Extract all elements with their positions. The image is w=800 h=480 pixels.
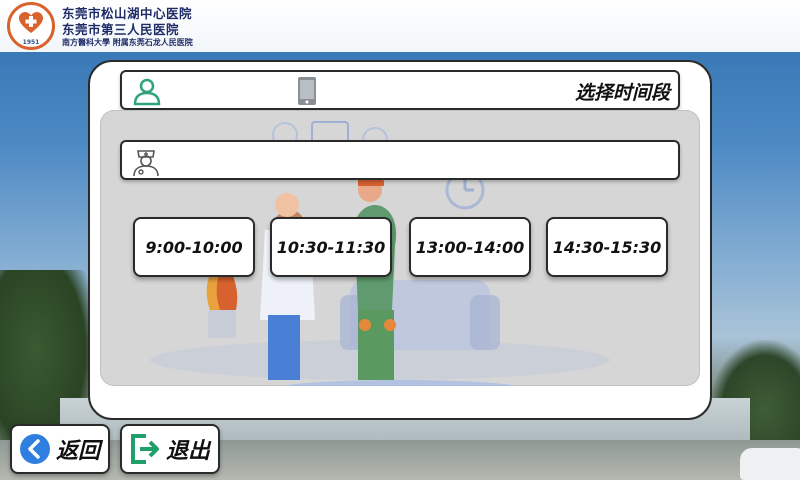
background-car: [740, 448, 800, 480]
time-slot-button[interactable]: 13:00-14:00: [409, 217, 531, 277]
doctor-icon: [133, 150, 159, 177]
hospital-subtitle: 南方醫科大學 附属东莞石龙人民医院: [62, 38, 193, 47]
hospital-name-secondary: 东莞市第三人民医院: [62, 22, 180, 37]
tablet-icon: [298, 77, 316, 105]
back-button[interactable]: 返回: [10, 424, 110, 474]
back-arrow-icon: [20, 434, 50, 464]
exit-button[interactable]: 退出: [120, 424, 220, 474]
header-bar: 1951 东莞市松山湖中心医院 东莞市第三人民医院 南方醫科大學 附属东莞石龙人…: [0, 0, 800, 52]
doctor-info-bar: [120, 140, 680, 180]
logo-year: 1951: [22, 39, 40, 46]
exit-button-label: 退出: [166, 439, 211, 464]
step-header-bar: 选择时间段: [120, 70, 680, 110]
step-title: 选择时间段: [574, 82, 670, 104]
back-button-label: 返回: [56, 439, 101, 464]
time-slot-button[interactable]: 14:30-15:30: [546, 217, 668, 277]
hospital-logo: 1951: [7, 2, 55, 50]
exit-icon: [131, 434, 159, 464]
user-icon: [133, 78, 161, 106]
heart-cross-icon: [19, 12, 43, 33]
time-slot-button[interactable]: 10:30-11:30: [270, 217, 392, 277]
time-slot-button[interactable]: 9:00-10:00: [133, 217, 255, 277]
